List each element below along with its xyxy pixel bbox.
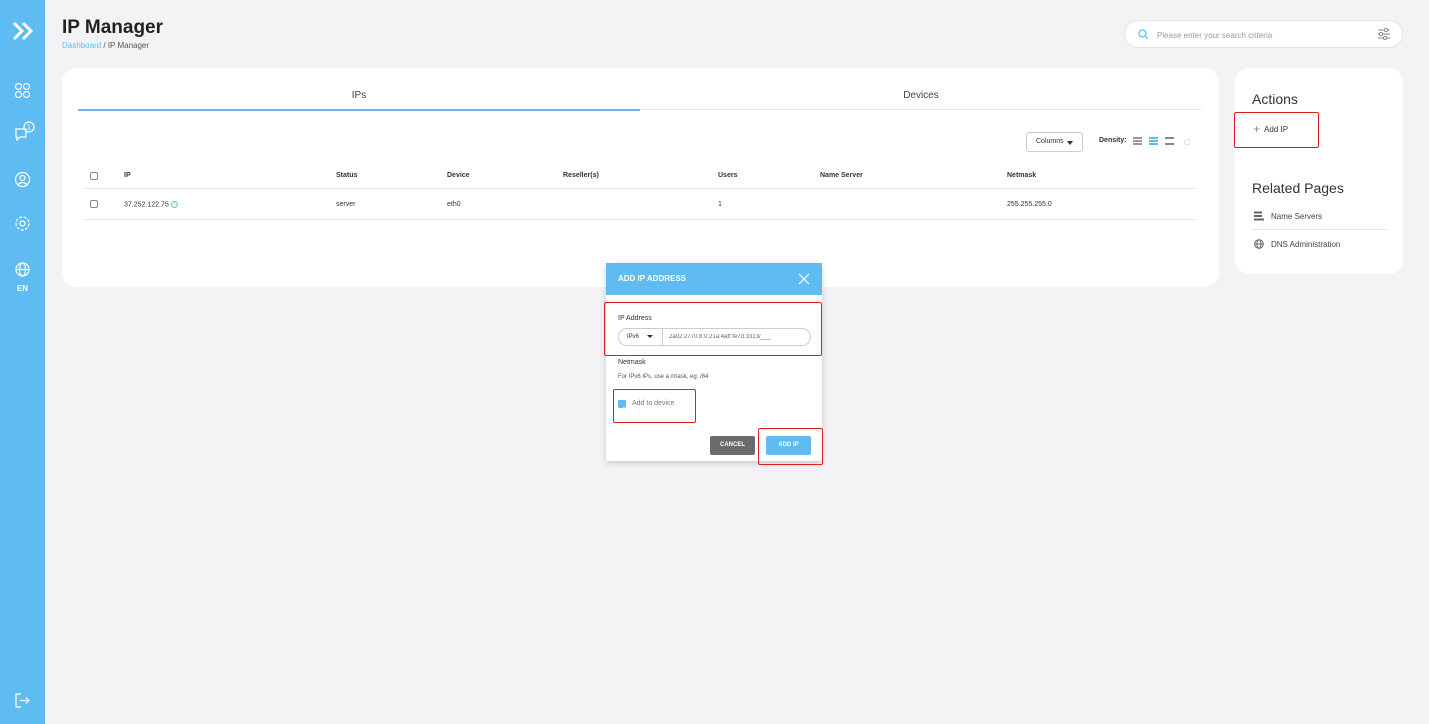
server-list-icon <box>1254 211 1264 221</box>
ip-value[interactable]: 37.252.122.75 <box>124 201 169 208</box>
ip-table-card: IPs Devices Columns Density: IP Status D… <box>62 68 1219 287</box>
related-item-label: DNS Administration <box>1271 240 1341 249</box>
column-header-ip[interactable]: IP <box>124 172 131 179</box>
related-item-name-servers[interactable]: Name Servers <box>1252 202 1387 230</box>
globe-icon[interactable] <box>14 261 31 278</box>
column-header-status[interactable]: Status <box>336 172 357 179</box>
column-header-name-server[interactable]: Name Server <box>820 172 863 179</box>
filter-settings-icon[interactable] <box>1377 27 1391 41</box>
messages-icon[interactable]: 1 <box>14 121 36 141</box>
actions-title: Actions <box>1252 91 1298 107</box>
side-panel: Actions + Add IP Related Pages Name Serve… <box>1235 68 1403 274</box>
density-standard-icon[interactable] <box>1149 137 1158 145</box>
sidebar: 1 EN <box>0 0 45 724</box>
users-cell: 1 <box>718 201 722 208</box>
row-checkbox[interactable] <box>90 200 98 208</box>
netmask-cell: 255.255.255.0 <box>1007 201 1052 208</box>
columns-button[interactable]: Columns <box>1026 132 1083 152</box>
columns-button-label: Columns <box>1036 138 1064 145</box>
breadcrumb-dashboard-link[interactable]: Dashboard <box>62 41 101 50</box>
close-icon[interactable] <box>798 273 810 285</box>
dialog-header: ADD IP ADDRESS <box>606 263 822 295</box>
page-title: IP Manager <box>62 17 164 38</box>
column-header-device[interactable]: Device <box>447 172 470 179</box>
density-label: Density: <box>1099 137 1127 144</box>
density-comfortable-icon[interactable] <box>1165 137 1174 145</box>
dialog-title: ADD IP ADDRESS <box>618 274 687 283</box>
search-input[interactable] <box>1157 27 1357 43</box>
ip-cell: 37.252.122.75? <box>124 201 178 208</box>
related-item-label: Name Servers <box>1271 212 1323 221</box>
cancel-button[interactable]: CANCEL <box>710 436 755 455</box>
netmask-label: Netmask <box>618 359 646 366</box>
settings-icon[interactable] <box>14 215 31 232</box>
netmask-hint: For IPv6 IPs, use a /mask, eg: /64 <box>618 374 709 380</box>
table-row[interactable]: 37.252.122.75? server eth0 1 255.255.255… <box>84 189 1196 220</box>
highlight-box <box>1234 112 1319 148</box>
select-all-checkbox[interactable] <box>90 172 98 180</box>
dashboard-icon[interactable] <box>14 82 31 99</box>
device-cell: eth0 <box>447 201 461 208</box>
logout-icon[interactable] <box>14 692 31 709</box>
account-icon[interactable] <box>14 171 31 188</box>
table-header: IP Status Device Reseller(s) Users Name … <box>84 164 1196 189</box>
column-header-netmask[interactable]: Netmask <box>1007 172 1036 179</box>
search-bar <box>1124 20 1403 48</box>
breadcrumb-separator: / <box>101 41 108 50</box>
status-cell: server <box>336 201 356 208</box>
density-compact-icon[interactable] <box>1133 137 1142 145</box>
refresh-icon[interactable] <box>1184 138 1190 146</box>
highlight-box <box>604 302 822 356</box>
tab-ips[interactable]: IPs <box>78 90 640 111</box>
help-icon[interactable]: ? <box>170 201 178 208</box>
tab-devices[interactable]: Devices <box>640 90 1202 110</box>
highlight-box <box>613 389 696 423</box>
search-icon <box>1138 29 1149 40</box>
breadcrumb-current: IP Manager <box>107 41 150 50</box>
highlight-box <box>758 428 823 465</box>
breadcrumb: Dashboard / IP Manager <box>62 41 149 50</box>
related-item-dns-administration[interactable]: DNS Administration <box>1252 230 1387 258</box>
tabs: IPs Devices <box>78 90 1202 111</box>
related-pages-title: Related Pages <box>1252 180 1344 196</box>
logo-icon[interactable] <box>11 19 35 43</box>
svg-text:1: 1 <box>27 124 31 132</box>
language-selector[interactable]: EN <box>0 284 45 293</box>
globe-icon <box>1254 239 1264 249</box>
column-header-users[interactable]: Users <box>718 172 737 179</box>
column-header-resellers[interactable]: Reseller(s) <box>563 172 599 179</box>
chevron-down-icon <box>1067 141 1073 145</box>
